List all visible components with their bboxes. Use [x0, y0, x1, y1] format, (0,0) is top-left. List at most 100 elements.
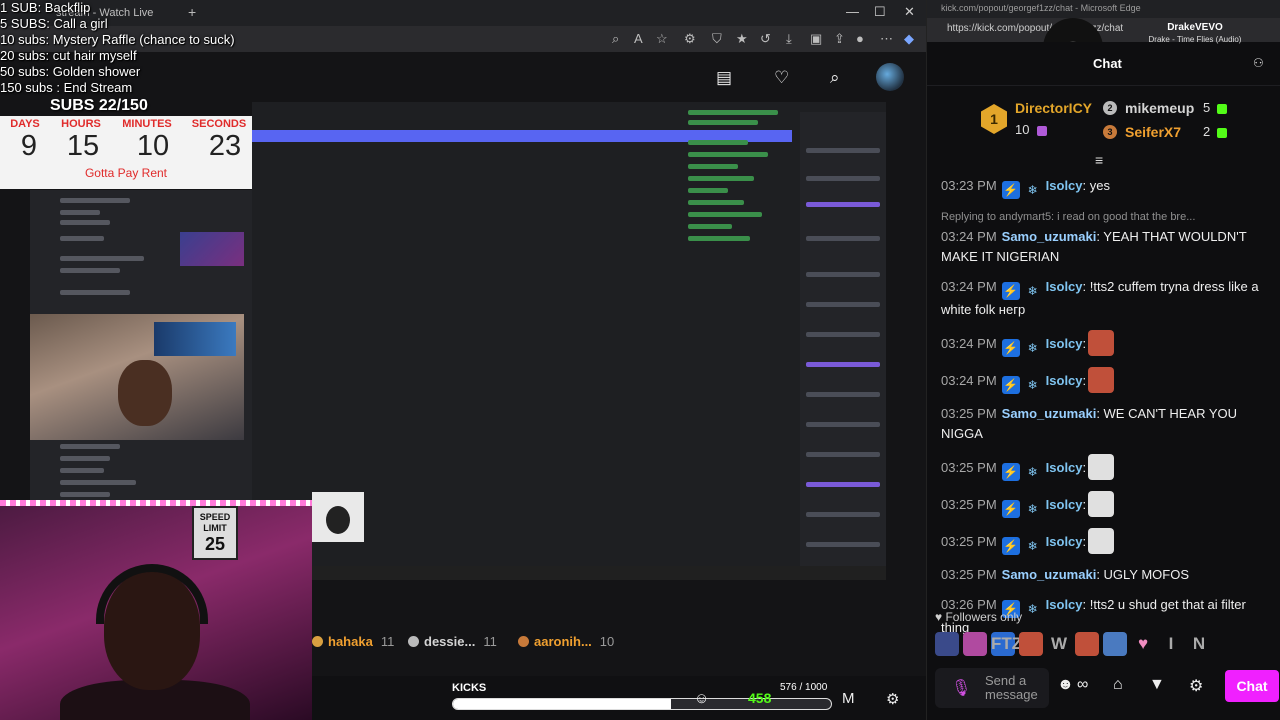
favorite-icon[interactable]: ☆ — [656, 31, 668, 47]
history-icon[interactable]: ↺ — [760, 31, 771, 47]
quick-emote-icon[interactable]: W — [1047, 632, 1071, 656]
reply-context[interactable]: Replying to andymart5: i read on good th… — [941, 209, 1267, 225]
chat-message[interactable]: 03:25 PM ⚡ ❄ Isolcy: — [941, 454, 1267, 481]
share-icon[interactable]: ⇪ — [834, 31, 845, 47]
gift-icon — [1037, 126, 1047, 136]
chat-message[interactable]: 03:25 PM Samo_uzumaki: UGLY MOFOS — [941, 565, 1267, 585]
read-aloud-icon[interactable]: A — [634, 31, 643, 46]
quick-emote-icon[interactable] — [1103, 632, 1127, 656]
chat-message[interactable]: 03:24 PM Samo_uzumaki: YEAH THAT WOULDN'T… — [941, 227, 1267, 267]
chat-window-title: kick.com/popout/georgef1zz/chat - Micros… — [941, 3, 1141, 13]
chat-input[interactable]: 🎙 Send a message — [935, 668, 1049, 708]
member — [806, 148, 880, 153]
leaderboard-entry[interactable]: dessie... 11 — [408, 634, 497, 649]
quick-emote-icon[interactable]: N — [1187, 632, 1211, 656]
prime-badge-icon: ⚡ — [1001, 500, 1020, 518]
store-icon[interactable]: ⌂ — [1113, 676, 1123, 694]
extension-icon[interactable]: ⚙ — [684, 31, 696, 47]
quick-emote-icon[interactable] — [963, 632, 987, 656]
chat-message[interactable]: 03:24 PM ⚡ ❄ Isolcy: — [941, 367, 1267, 394]
quick-emote-icon[interactable]: FTZ — [991, 632, 1022, 656]
channel-row — [60, 468, 104, 473]
chat-message[interactable]: 03:25 PM Samo_uzumaki: WE CAN'T HEAR YOU … — [941, 404, 1267, 444]
message-username[interactable]: Isolcy — [1046, 279, 1083, 294]
send-chat-button[interactable]: Chat — [1225, 670, 1279, 702]
countdown-timer: DAYS HOURS MINUTES SECONDS 9 15 10 23 Go… — [0, 116, 252, 189]
message-username[interactable]: Isolcy — [1046, 178, 1083, 193]
chat-message[interactable]: 03:24 PM ⚡ ❄ Isolcy: !tts2 cuffem tryna dre… — [941, 277, 1267, 320]
emoji-icon[interactable]: ☺ — [694, 690, 709, 707]
quick-emote-icon[interactable] — [1019, 632, 1043, 656]
gifter-name[interactable]: DirectorICY — [1015, 100, 1092, 116]
message-username[interactable]: Samo_uzumaki — [1002, 406, 1097, 421]
expand-icon[interactable]: ≡ — [1095, 152, 1103, 168]
chat-message[interactable]: 03:23 PM ⚡ ❄ Isolcy: yes — [941, 176, 1267, 199]
message-username[interactable]: Isolcy — [1046, 460, 1083, 475]
settings-gear-icon[interactable]: ⚙ — [886, 690, 899, 708]
chat-line — [688, 212, 762, 217]
message-username[interactable]: Isolcy — [1046, 597, 1083, 612]
message-username[interactable]: Samo_uzumaki — [1002, 567, 1097, 582]
infinity-icon[interactable]: ∞ — [1077, 676, 1088, 694]
timer-label-days: DAYS — [10, 118, 40, 130]
message-username[interactable]: Isolcy — [1046, 497, 1083, 512]
leaderboard-name: aaronih... — [534, 634, 592, 649]
chat-message[interactable]: 03:25 PM ⚡ ❄ Isolcy: — [941, 528, 1267, 555]
message-username[interactable]: Isolcy — [1046, 534, 1083, 549]
download-icon[interactable]: ⤓ — [786, 31, 792, 47]
rank-badge-icon — [312, 636, 323, 647]
message-username[interactable]: Isolcy — [1046, 373, 1083, 388]
microphone-icon[interactable]: 🎙 — [951, 678, 971, 698]
now-playing-artist: DrakeVEVO — [1167, 22, 1223, 33]
library-icon[interactable]: ▤ — [716, 68, 732, 88]
rank-2-badge-icon: 2 — [1103, 101, 1117, 115]
zoom-icon[interactable]: ⌕ — [612, 31, 619, 47]
chat-settings-icon[interactable]: ⚙ — [1189, 676, 1203, 696]
channel-row — [60, 268, 120, 273]
more-icon[interactable]: ⋯ — [880, 31, 893, 47]
leaderboard-entry[interactable]: hahaka 11 — [312, 634, 394, 649]
gifter-name[interactable]: SeiferX7 — [1125, 124, 1181, 140]
sub-goal: 10 subs: Mystery Raffle (chance to suck) — [0, 32, 235, 47]
sub-goal: 5 SUBS: Call a girl — [0, 16, 108, 31]
message-username[interactable]: Samo_uzumaki — [1002, 229, 1097, 244]
minimize-icon[interactable]: — — [846, 4, 859, 19]
favorites-icon[interactable]: ★ — [736, 31, 748, 47]
theater-icon[interactable]: M — [842, 690, 855, 707]
quick-emote-icon[interactable]: I — [1159, 632, 1183, 656]
close-icon[interactable]: ✕ — [904, 4, 915, 20]
bookmark-icon[interactable]: ▼ — [1149, 676, 1165, 694]
member — [806, 482, 880, 487]
users-icon[interactable]: ⚇ — [1253, 56, 1264, 70]
maximize-icon[interactable]: ☐ — [874, 4, 886, 20]
leaderboard-entry[interactable]: aaronih... 10 — [518, 634, 614, 649]
chat-message[interactable]: 03:24 PM ⚡ ❄ Isolcy: — [941, 330, 1267, 357]
channel-row — [60, 198, 130, 203]
message-text: : — [1082, 336, 1087, 351]
shield-icon[interactable]: ⛉ — [712, 31, 722, 47]
gifter-count: 10 — [1015, 122, 1030, 137]
user-avatar[interactable] — [876, 63, 904, 91]
leaderboard-count: 11 — [380, 634, 395, 649]
emoji-picker-icon[interactable]: ☻ — [1057, 676, 1074, 694]
timer-hours: 15 — [66, 130, 100, 162]
discord-member-list — [800, 112, 886, 577]
quick-emote-icon[interactable] — [1075, 632, 1099, 656]
message-username[interactable]: Isolcy — [1046, 336, 1083, 351]
copilot-icon[interactable]: ◆ — [904, 31, 914, 47]
subscriber-badge-icon: ❄ — [1027, 183, 1038, 197]
member — [806, 362, 880, 367]
quick-emote-icon[interactable] — [935, 632, 959, 656]
emote-icon — [1088, 330, 1115, 356]
gifter-name[interactable]: mikemeup — [1125, 100, 1194, 116]
follow-heart-icon[interactable]: ♡ — [774, 68, 789, 88]
chat-line — [688, 140, 748, 145]
leaderboard-count: 10 — [599, 634, 615, 649]
quick-emote-icon[interactable]: ♥ — [1131, 632, 1155, 656]
collections-icon[interactable]: ▣ — [810, 31, 822, 47]
chat-message[interactable]: 03:25 PM ⚡ ❄ Isolcy: — [941, 491, 1267, 518]
search-icon[interactable]: ⌕ — [830, 68, 840, 88]
leaderboard-name: dessie... — [424, 634, 476, 649]
timer-label-seconds: SECONDS — [191, 118, 247, 130]
profile-icon[interactable]: ● — [856, 31, 864, 46]
